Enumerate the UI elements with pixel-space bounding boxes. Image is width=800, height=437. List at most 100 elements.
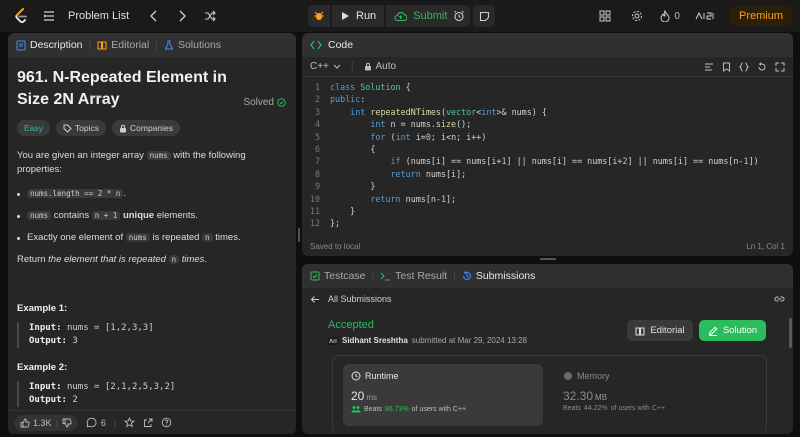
submissions-scrollbar[interactable] xyxy=(789,318,792,348)
editor-toolbar: C++ | Auto xyxy=(302,57,793,77)
auto-mode-toggle[interactable]: Auto xyxy=(364,61,396,72)
tab-solutions[interactable]: Solutions xyxy=(164,39,221,51)
run-submit-group: Run Submit xyxy=(308,5,456,27)
problem-chips: Easy Topics Companies xyxy=(17,120,287,136)
back-arrow-icon[interactable] xyxy=(310,295,320,304)
cursor-position: Ln 1, Col 1 xyxy=(746,241,785,251)
all-submissions-link[interactable]: All Submissions xyxy=(328,294,392,304)
like-count: 1.3K xyxy=(33,417,52,428)
tab-divider: | xyxy=(155,39,158,51)
example-2-title: Example 2: xyxy=(17,362,68,373)
prev-problem-icon[interactable] xyxy=(145,5,163,27)
list-item: nums contains n + 1 unique elements. xyxy=(17,209,287,223)
comment-count: 6 xyxy=(100,417,106,428)
vertical-resize-handle[interactable] xyxy=(298,228,300,242)
favorite-button[interactable] xyxy=(124,417,136,428)
expand-icon[interactable] xyxy=(775,62,785,72)
help-button[interactable] xyxy=(161,417,172,428)
lock-icon xyxy=(120,124,126,132)
code-line: 4 int n = nums.size(); xyxy=(314,119,472,130)
run-button[interactable]: Run xyxy=(332,5,385,27)
problem-title[interactable]: 961. N-Repeated Element in Size 2N Array xyxy=(17,67,232,111)
solution-button[interactable]: Solution xyxy=(699,320,766,341)
avatar[interactable] xyxy=(693,5,716,27)
topics-chip[interactable]: Topics xyxy=(55,120,106,136)
code-panel-header: Code xyxy=(302,33,793,57)
vote-divider: | xyxy=(55,417,58,428)
runtime-beats: Beats 86.73% of users with C++ xyxy=(351,405,535,413)
editor-tools xyxy=(704,61,785,72)
companies-chip[interactable]: Companies xyxy=(112,120,180,136)
description-footer: 1.3K | 6 | xyxy=(8,410,296,434)
streak-counter[interactable]: 0 xyxy=(660,10,680,22)
shuffle-icon[interactable] xyxy=(201,5,219,27)
share-button[interactable] xyxy=(143,418,153,428)
code-line: 8 return nums[i]; xyxy=(314,168,467,179)
streak-count: 0 xyxy=(674,10,680,22)
note-icon xyxy=(479,11,489,21)
reset-icon[interactable] xyxy=(757,61,767,72)
bookmark-icon[interactable] xyxy=(722,62,731,72)
lock-icon xyxy=(364,62,371,71)
memory-chip-icon xyxy=(564,372,572,380)
code-line: 1 class Solution { xyxy=(314,82,411,92)
avatar xyxy=(328,336,338,345)
toolbar-divider: | xyxy=(350,61,354,72)
tab-testcase[interactable]: Testcase xyxy=(310,270,365,282)
code-line: 2 public: xyxy=(314,94,366,105)
submit-button[interactable]: Submit xyxy=(386,5,456,27)
layout-grid-icon[interactable] xyxy=(596,5,614,27)
tab-editorial[interactable]: Editorial xyxy=(97,39,149,51)
top-bar-right: 0 Premium xyxy=(596,0,792,32)
format-code-icon[interactable] xyxy=(704,62,714,72)
like-button[interactable]: 1.3K xyxy=(20,418,52,428)
problem-intro: You are given an integer array nums with… xyxy=(17,150,246,175)
dislike-button[interactable] xyxy=(62,418,72,428)
link-icon[interactable] xyxy=(774,295,785,303)
braces-icon[interactable] xyxy=(739,62,749,72)
problem-list-link[interactable]: Problem List xyxy=(68,10,129,22)
debug-button[interactable] xyxy=(308,5,330,27)
tab-description[interactable]: Description xyxy=(16,39,83,51)
language-select[interactable]: C++ xyxy=(310,61,341,72)
code-editor[interactable]: 1 class Solution { 2 public: 3 int repeate… xyxy=(302,77,793,231)
tag-icon xyxy=(63,124,72,133)
problem-return: Return the element that is repeated n ti… xyxy=(17,254,208,265)
memory-value: 32.30 MB xyxy=(563,389,608,403)
memory-card[interactable]: Memory 32.30 MB Beats 44.22% of users wit… xyxy=(559,364,759,426)
cloud-upload-icon xyxy=(394,11,408,21)
code-tab-title[interactable]: Code xyxy=(328,39,353,51)
editorial-button[interactable]: Editorial xyxy=(627,320,693,341)
runtime-card[interactable]: Runtime 20 ms Beats 86.73% of users with … xyxy=(343,364,543,426)
notes-button[interactable] xyxy=(473,5,495,27)
description-body: 961. N-Repeated Element in Size 2N Array… xyxy=(8,57,296,417)
top-bar-left: Problem List xyxy=(12,0,219,32)
settings-gear-icon[interactable] xyxy=(628,5,646,27)
submissions-panel: Testcase | Test Result | Submissions All… xyxy=(302,264,793,434)
runtime-value: 20 ms xyxy=(351,389,378,403)
history-icon xyxy=(462,271,471,280)
timer-button[interactable] xyxy=(448,5,470,27)
editor-status-bar: Saved to local Ln 1, Col 1 xyxy=(302,236,793,256)
premium-button[interactable]: Premium xyxy=(729,6,792,26)
code-panel: Code C++ | Auto 1 class Solution { 2 publi… xyxy=(302,33,793,256)
example-1: Example 1: Input: nums = [1,2,3,3] Outpu… xyxy=(17,303,287,348)
save-status: Saved to local xyxy=(310,241,361,251)
memory-header: Memory xyxy=(563,371,755,381)
difficulty-badge: Easy xyxy=(17,120,50,136)
code-line: 5 for (int i=0; i<n; i++) xyxy=(314,131,487,142)
code-line: 10 return nums[n-1]; xyxy=(309,193,457,204)
tab-test-result[interactable]: Test Result xyxy=(380,270,447,282)
next-problem-icon[interactable] xyxy=(173,5,191,27)
terminal-icon xyxy=(380,272,391,280)
book-icon xyxy=(635,327,645,335)
problem-list-icon[interactable] xyxy=(40,5,58,27)
leetcode-logo-icon[interactable] xyxy=(12,5,30,27)
book-icon xyxy=(97,41,107,50)
tab-submissions[interactable]: Submissions xyxy=(462,270,535,282)
comments-button[interactable]: 6 xyxy=(86,417,106,428)
horizontal-resize-handle[interactable] xyxy=(540,258,556,260)
submitter-name[interactable]: Sidhant Sreshtha xyxy=(342,336,408,345)
footer-divider: | xyxy=(113,417,117,428)
bottom-tabs: Testcase | Test Result | Submissions xyxy=(302,264,793,288)
